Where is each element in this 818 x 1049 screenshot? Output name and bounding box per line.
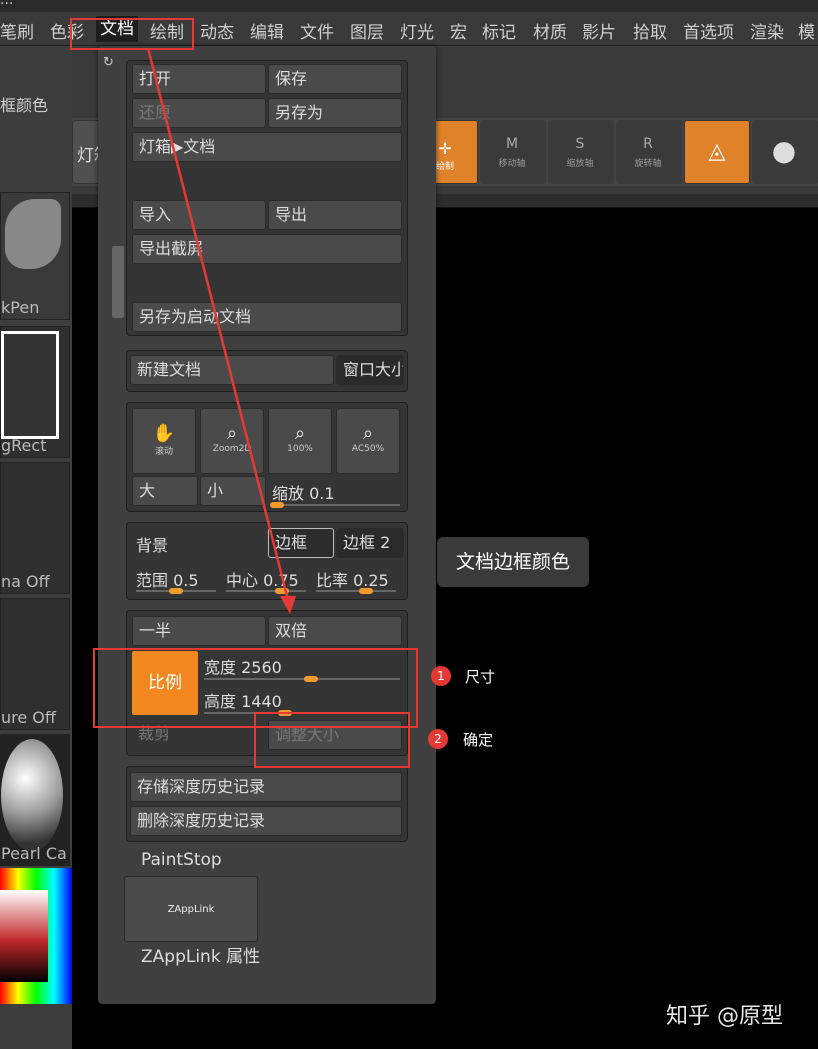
border-color-tooltip: 文档边框颜色 xyxy=(437,537,589,587)
callout-2-label: 确定 xyxy=(463,731,494,749)
watermark: 知乎 @原型 xyxy=(666,1004,783,1029)
annotation-arrow xyxy=(146,47,296,614)
callout-2-badge: 2 xyxy=(428,729,448,749)
callout-1-badge: 1 xyxy=(431,666,451,686)
callout-1-label: 尺寸 xyxy=(465,668,496,686)
